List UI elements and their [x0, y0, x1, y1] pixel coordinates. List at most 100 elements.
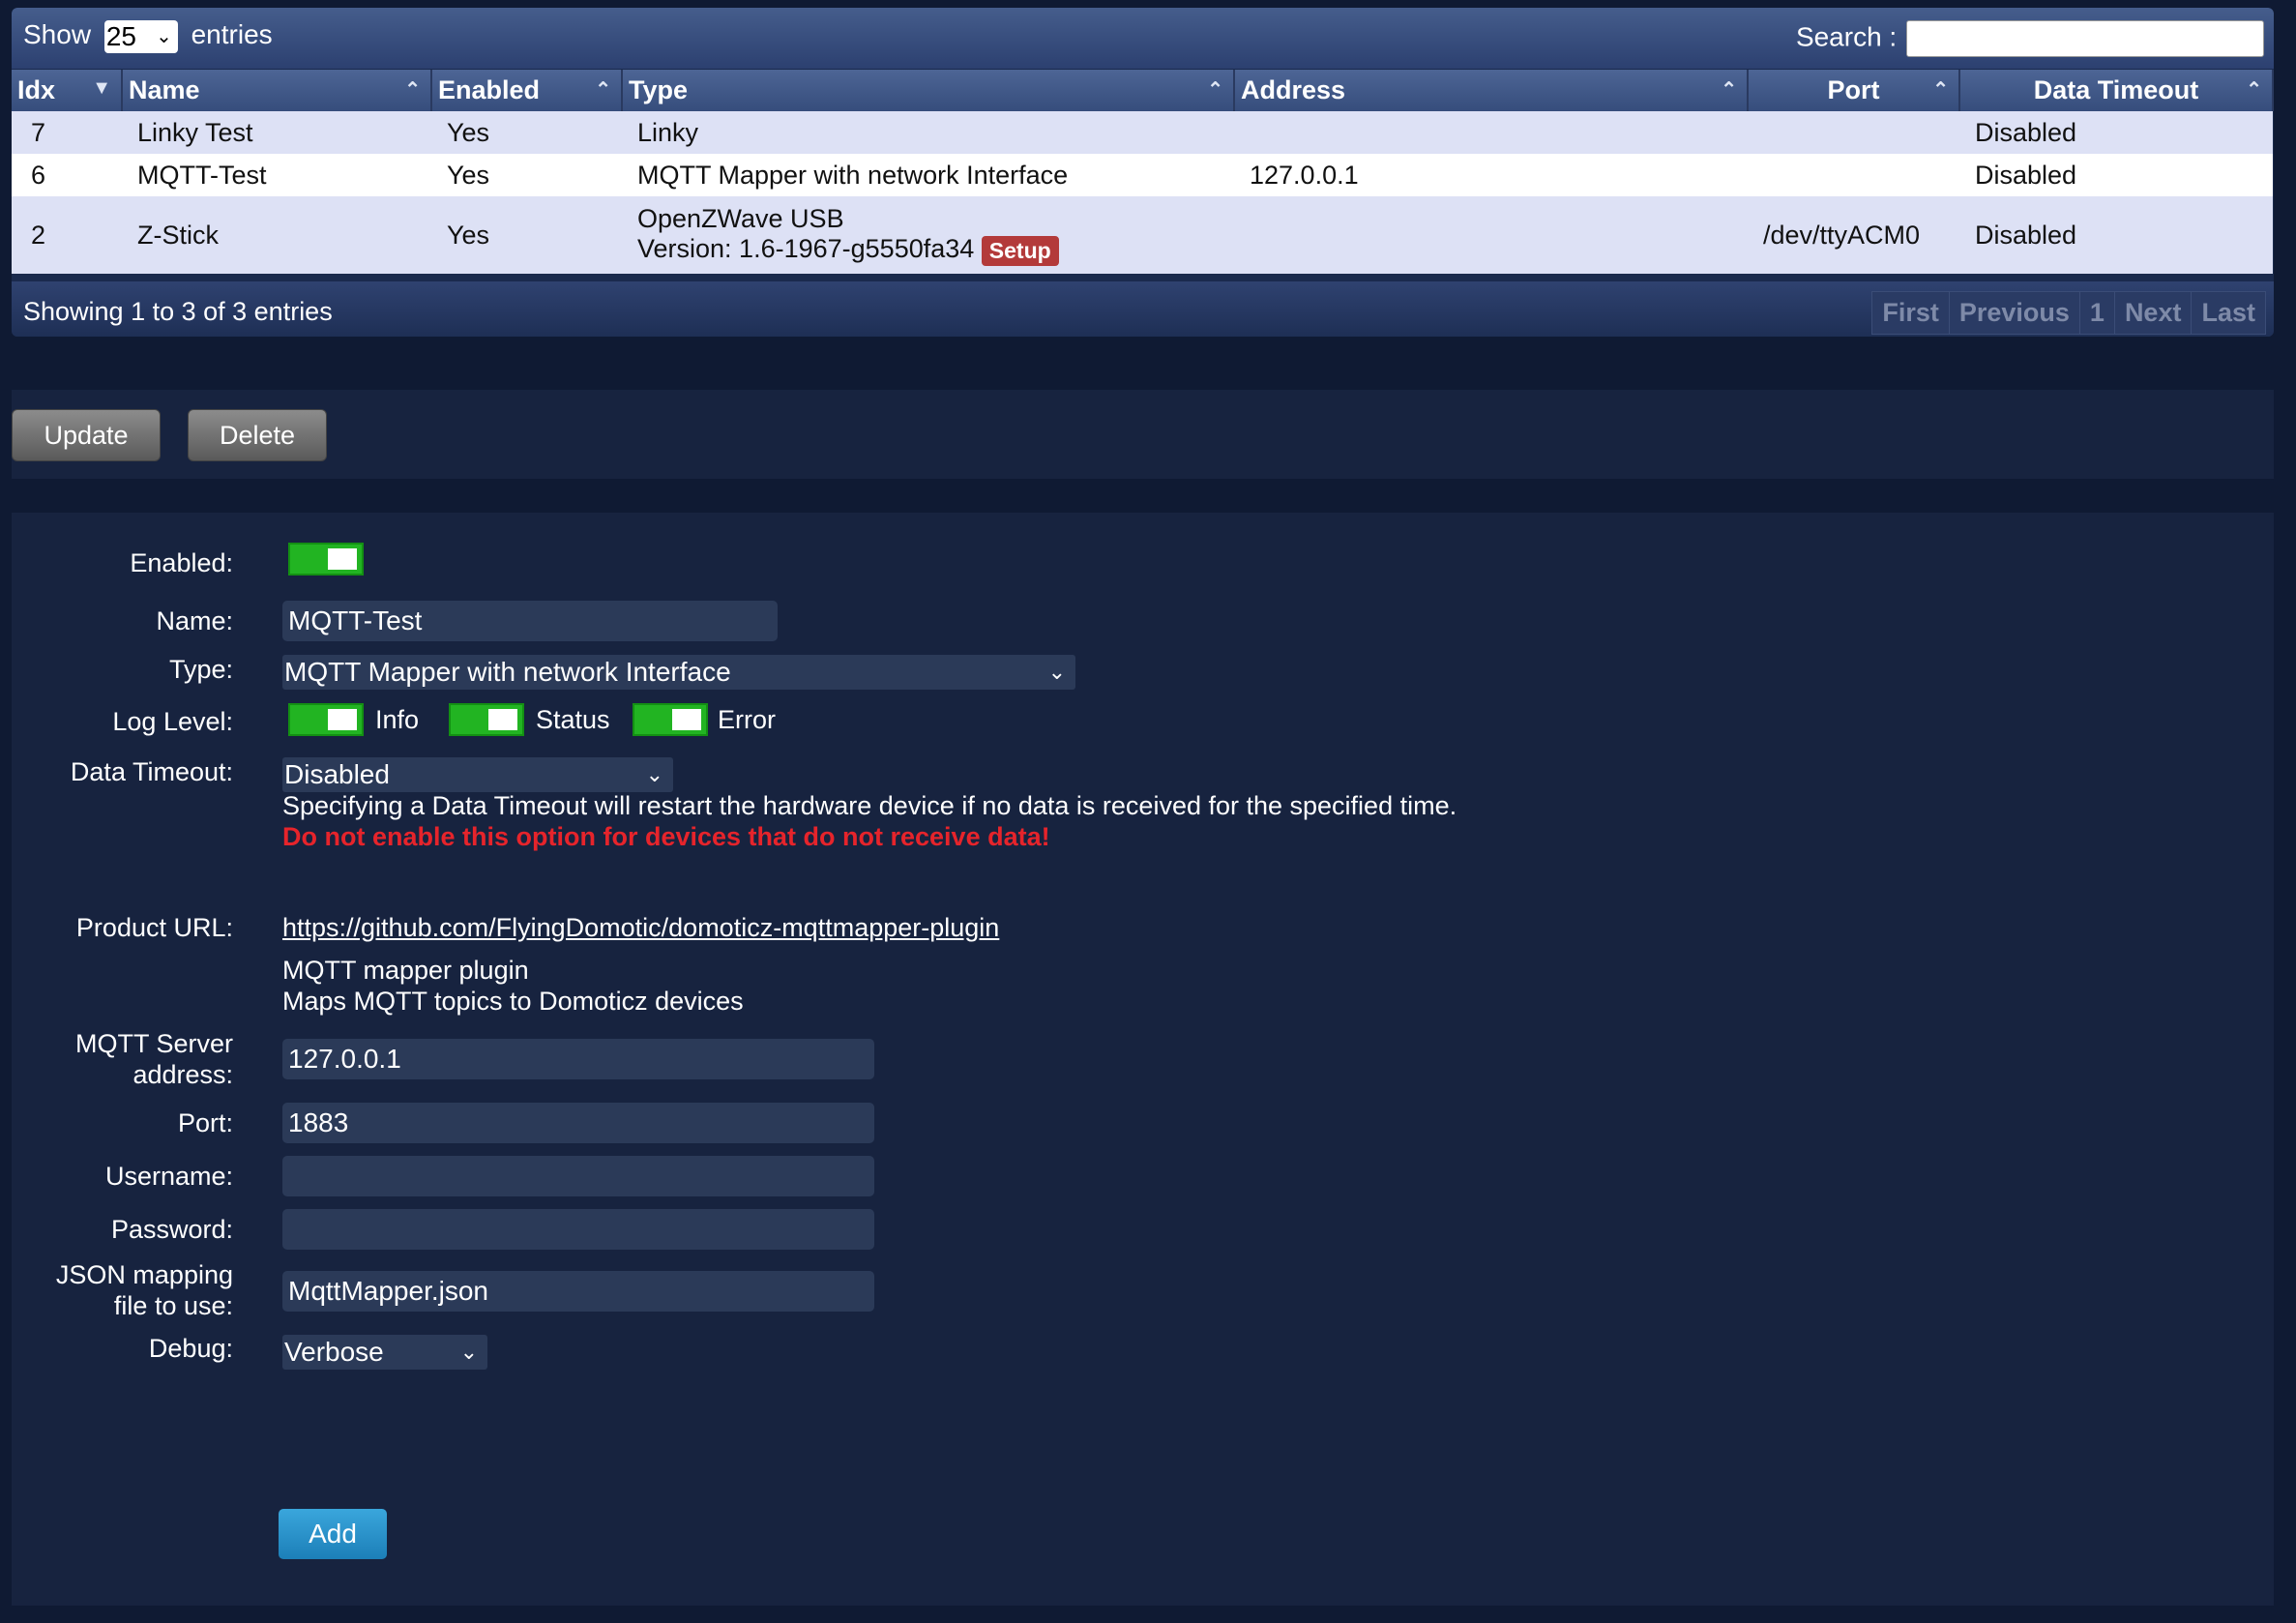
- table-row[interactable]: 2 Z-Stick Yes OpenZWave USB Version: 1.6…: [12, 196, 2273, 274]
- page-length-control: Show 25 ⌄ entries: [23, 19, 273, 53]
- username-label: Username:: [104, 1162, 233, 1191]
- search-label: Search :: [1795, 21, 1898, 52]
- entries-label: entries: [191, 19, 273, 49]
- cell-type: MQTT Mapper with network Interface: [622, 154, 1234, 196]
- cell-name: MQTT-Test: [122, 154, 431, 196]
- sort-icon: ⌃: [1932, 79, 1949, 101]
- port-field[interactable]: 1883: [282, 1103, 874, 1143]
- cell-data-timeout: Disabled: [1959, 196, 2273, 274]
- log-info-label: Info: [375, 705, 420, 734]
- pager-page-1-button[interactable]: 1: [2078, 291, 2115, 335]
- column-header-type[interactable]: Type ⌃: [622, 70, 1235, 111]
- product-url-label: Product URL:: [75, 913, 233, 942]
- username-field[interactable]: [282, 1156, 874, 1196]
- search-control: Search :: [1796, 20, 2264, 57]
- debug-select-value: Verbose: [284, 1337, 384, 1367]
- log-error-label: Error: [718, 705, 776, 734]
- column-header-address[interactable]: Address ⌃: [1234, 70, 1749, 111]
- chevron-down-icon: ⌄: [645, 762, 663, 786]
- port-label: Port:: [177, 1108, 233, 1137]
- pager-previous-button[interactable]: Previous: [1948, 291, 2080, 335]
- column-header-enabled[interactable]: Enabled ⌃: [431, 70, 623, 111]
- password-field[interactable]: [282, 1209, 874, 1250]
- cell-idx: 6: [12, 154, 122, 196]
- type-label: Type:: [168, 655, 233, 684]
- enabled-toggle[interactable]: [288, 543, 364, 575]
- cell-address: [1234, 111, 1748, 154]
- cell-port: [1748, 154, 1959, 196]
- chevron-down-icon: ⌄: [1047, 660, 1066, 684]
- cell-type-version: Version: 1.6-1967-g5550fa34 Setup: [637, 234, 1219, 266]
- pager-first-button[interactable]: First: [1871, 291, 1950, 335]
- cell-address: [1234, 196, 1748, 274]
- column-header-port[interactable]: Port ⌃: [1748, 70, 1960, 111]
- mqtt-server-field[interactable]: 127.0.0.1: [282, 1039, 874, 1079]
- plugin-description: Maps MQTT topics to Domoticz devices: [282, 987, 744, 1016]
- sort-icon: ⌃: [2246, 79, 2262, 101]
- cell-address: 127.0.0.1: [1234, 154, 1748, 196]
- product-url-link[interactable]: https://github.com/FlyingDomotic/domotic…: [282, 912, 999, 943]
- json-mapping-label-line1: JSON mapping: [55, 1260, 233, 1289]
- table-header-row: Idx ▼ Name ⌃ Enabled ⌃ Type ⌃ Address ⌃ Port ⌃…: [12, 70, 2274, 111]
- cell-name: Z-Stick: [122, 196, 431, 274]
- column-header-idx[interactable]: Idx ▼: [12, 70, 123, 111]
- sort-icon: ⌃: [1721, 79, 1737, 101]
- table-row[interactable]: 6 MQTT-Test Yes MQTT Mapper with network…: [12, 154, 2273, 196]
- add-button[interactable]: Add: [279, 1509, 387, 1559]
- update-button[interactable]: Update: [12, 409, 161, 461]
- toggle-knob: [488, 709, 517, 730]
- sort-icon: ⌃: [1207, 79, 1223, 101]
- type-select-value: MQTT Mapper with network Interface: [284, 657, 731, 687]
- enabled-label: Enabled:: [130, 548, 233, 577]
- sort-icon: ⌃: [595, 79, 611, 101]
- log-status-toggle[interactable]: [449, 703, 524, 736]
- log-info-toggle[interactable]: [288, 703, 364, 736]
- delete-button[interactable]: Delete: [188, 409, 327, 461]
- action-bar: Update Delete: [12, 390, 2274, 479]
- setup-button[interactable]: Setup: [981, 235, 1059, 266]
- toggle-knob: [328, 709, 357, 730]
- cell-idx: 2: [12, 196, 122, 274]
- column-header-data-timeout[interactable]: Data Timeout ⌃: [1959, 70, 2274, 111]
- data-timeout-warning: Do not enable this option for devices th…: [282, 822, 1050, 851]
- mqtt-server-label-line2: address:: [132, 1060, 233, 1089]
- name-field[interactable]: MQTT-Test: [282, 601, 778, 641]
- column-header-name[interactable]: Name ⌃: [122, 70, 432, 111]
- password-label: Password:: [110, 1215, 233, 1244]
- plugin-name: MQTT mapper plugin: [282, 956, 529, 985]
- cell-idx: 7: [12, 111, 122, 154]
- table-row[interactable]: 7 Linky Test Yes Linky Disabled: [12, 111, 2273, 154]
- data-timeout-label: Data Timeout:: [70, 757, 233, 786]
- version-text: Version: 1.6-1967-g5550fa34: [637, 234, 975, 264]
- chevron-down-icon: ⌄: [459, 1340, 478, 1364]
- cell-enabled: Yes: [431, 111, 622, 154]
- cell-enabled: Yes: [431, 196, 622, 274]
- data-timeout-help: Specifying a Data Timeout will restart t…: [282, 791, 1457, 820]
- cell-type: OpenZWave USB Version: 1.6-1967-g5550fa3…: [622, 196, 1234, 274]
- pager-last-button[interactable]: Last: [2191, 291, 2266, 335]
- log-status-label: Status: [536, 705, 610, 734]
- log-level-label: Log Level:: [112, 707, 233, 736]
- type-select[interactable]: MQTT Mapper with network Interface ⌄: [282, 655, 1075, 690]
- json-mapping-label-line2: file to use:: [113, 1291, 233, 1320]
- mqtt-server-label-line1: MQTT Server: [74, 1029, 233, 1058]
- page-length-value: 25: [105, 20, 136, 51]
- cell-type: Linky: [622, 111, 1234, 154]
- log-error-toggle[interactable]: [633, 703, 708, 736]
- cell-port: /dev/ttyACM0: [1748, 196, 1959, 274]
- data-timeout-select[interactable]: Disabled ⌄: [282, 757, 673, 792]
- cell-port: [1748, 111, 1959, 154]
- json-mapping-field[interactable]: MqttMapper.json: [282, 1271, 874, 1312]
- hardware-table-panel: Show 25 ⌄ entries Search : Idx ▼ Name ⌃ En…: [12, 8, 2274, 337]
- page-length-select[interactable]: 25 ⌄: [103, 19, 178, 53]
- search-input[interactable]: [1906, 20, 2264, 57]
- mqtt-server-label: MQTT Server address:: [75, 1028, 233, 1090]
- pager-next-button[interactable]: Next: [2113, 291, 2193, 335]
- cell-data-timeout: Disabled: [1959, 111, 2273, 154]
- json-mapping-label: JSON mapping file to use:: [56, 1259, 233, 1321]
- debug-label: Debug:: [148, 1334, 233, 1363]
- show-label: Show: [23, 19, 92, 49]
- debug-select[interactable]: Verbose ⌄: [282, 1335, 487, 1370]
- table-toolbar: Show 25 ⌄ entries Search :: [12, 8, 2274, 69]
- name-label: Name:: [156, 606, 233, 635]
